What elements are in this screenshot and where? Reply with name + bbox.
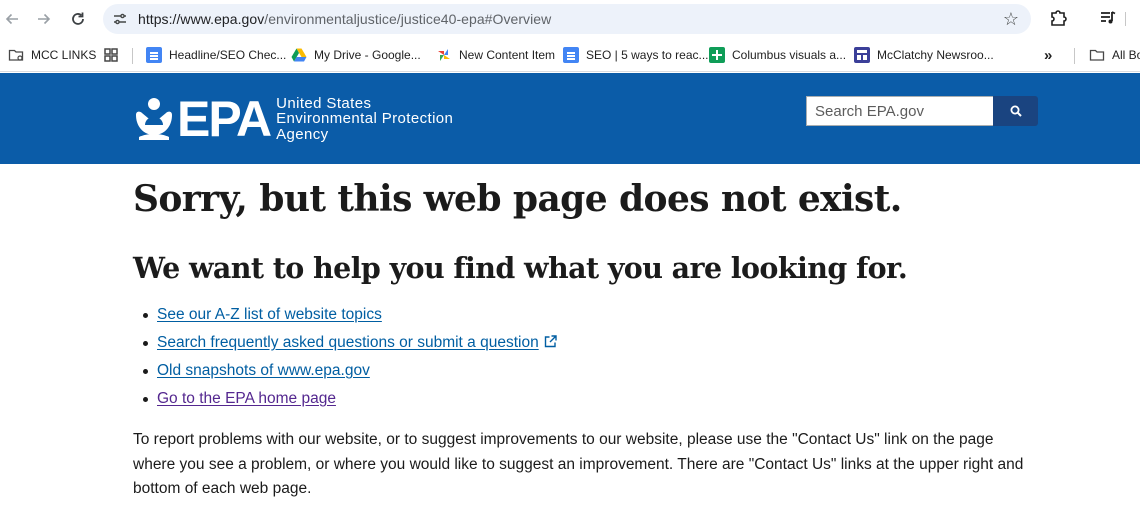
bookmark-separator (132, 48, 133, 64)
pinwheel-icon (438, 49, 450, 61)
folder-icon (1089, 49, 1105, 61)
faq-link[interactable]: Search frequently asked questions or sub… (157, 334, 539, 351)
bookmark-label: McClatchy Newsroo... (877, 48, 994, 62)
docs-icon (563, 47, 579, 63)
site-settings-icon[interactable] (112, 11, 128, 27)
bookmark-star-icon[interactable]: ☆ (1003, 9, 1019, 30)
folder-icon (8, 49, 24, 61)
bookmark-seo-5-ways[interactable]: SEO | 5 ways to reac... (563, 45, 709, 65)
help-links-list: See our A-Z list of website topics Searc… (143, 305, 557, 417)
bookmark-headline-seo[interactable]: Headline/SEO Chec... (146, 45, 286, 65)
epa-flower-logo-icon (136, 98, 172, 140)
epa-logo-text: EPA (177, 91, 272, 147)
bookmarks-bar: MCC LINKS Headline/SEO Chec... My Drive … (0, 38, 1140, 72)
bookmark-all-bookmarks[interactable]: All Bo (1089, 45, 1140, 65)
a-z-topics-link[interactable]: See our A-Z list of website topics (157, 306, 382, 323)
bookmark-label: Headline/SEO Chec... (169, 48, 287, 62)
url-text[interactable]: https://www.epa.gov/environmentaljustice… (138, 11, 551, 27)
address-bar[interactable]: https://www.epa.gov/environmentaljustice… (103, 4, 1031, 34)
bookmarks-overflow-chevron-icon[interactable]: » (1044, 45, 1052, 65)
bookmark-label: MCC LINKS (31, 48, 97, 62)
bookmark-my-drive[interactable]: My Drive - Google... (291, 45, 421, 65)
url-host: https://www.epa.gov (138, 11, 265, 27)
search-icon (1010, 105, 1022, 117)
list-item: See our A-Z list of website topics (143, 305, 557, 333)
apps-grid-icon (104, 48, 118, 62)
agency-name: United States Environmental Protection A… (276, 96, 453, 143)
bookmark-label: Columbus visuals a... (732, 48, 847, 62)
search-button[interactable] (993, 96, 1038, 126)
forms-icon (854, 47, 870, 63)
agency-line-1: United States (276, 94, 372, 112)
forward-arrow-icon[interactable] (34, 9, 54, 29)
external-link-icon (544, 335, 557, 348)
reload-icon[interactable] (68, 9, 88, 29)
toolbar-divider (1125, 12, 1126, 26)
drive-icon (291, 48, 307, 62)
page-subtitle: We want to help you find what you are lo… (133, 251, 908, 285)
epa-home-link[interactable]: Go to the EPA home page (157, 390, 336, 407)
list-item: Search frequently asked questions or sub… (143, 333, 557, 361)
extensions-icon[interactable] (1048, 8, 1068, 28)
agency-line-2: Environmental Protection (276, 110, 454, 128)
sheets-plus-icon (709, 47, 725, 63)
list-item: Go to the EPA home page (143, 389, 557, 417)
bookmark-label: SEO | 5 ways to reac... (586, 48, 709, 62)
old-snapshots-link[interactable]: Old snapshots of www.epa.gov (157, 362, 370, 379)
epa-logo[interactable]: EPA United States Environmental Protecti… (133, 93, 453, 145)
agency-line-3: Agency (276, 125, 329, 143)
epa-site-header: EPA United States Environmental Protecti… (0, 73, 1140, 164)
bookmark-label: New Content Item (459, 48, 556, 62)
site-search (806, 96, 1038, 126)
apps-grid-button[interactable] (103, 45, 126, 65)
list-item: Old snapshots of www.epa.gov (143, 361, 557, 389)
search-input[interactable] (806, 96, 994, 126)
bookmark-label: All Bo (1112, 48, 1140, 62)
browser-toolbar: https://www.epa.gov/environmentaljustice… (0, 0, 1140, 38)
back-arrow-icon[interactable] (2, 9, 22, 29)
url-path: /environmentaljustice/justice40-epa#Over… (264, 11, 552, 27)
bookmark-mcc-links[interactable]: MCC LINKS (8, 45, 96, 65)
bookmark-label: My Drive - Google... (314, 48, 421, 62)
bookmark-new-content-item[interactable]: New Content Item (436, 45, 555, 65)
media-controls-icon[interactable] (1098, 8, 1118, 28)
bookmark-columbus-visuals[interactable]: Columbus visuals a... (709, 45, 846, 65)
bookmark-mcclatchy-newsroom[interactable]: McClatchy Newsroo... (854, 45, 994, 65)
bookmark-separator (1074, 48, 1075, 64)
report-problems-text: To report problems with our website, or … (133, 431, 1024, 497)
page-title: Sorry, but this web page does not exist. (133, 178, 902, 220)
docs-icon (146, 47, 162, 63)
